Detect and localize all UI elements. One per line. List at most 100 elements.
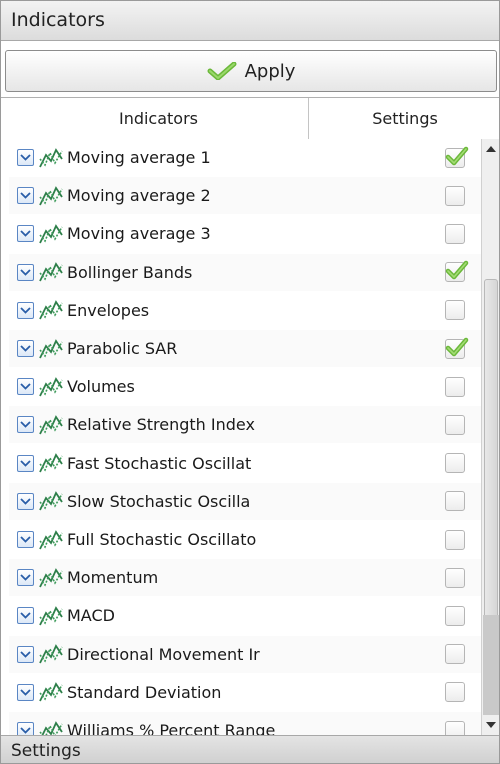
indicator-checkbox[interactable] <box>445 300 465 321</box>
expand-chevron-icon[interactable] <box>17 149 34 166</box>
indicator-line-icon <box>39 643 63 665</box>
indicator-label: Parabolic SAR <box>67 339 178 358</box>
expand-chevron-icon[interactable] <box>17 416 34 434</box>
indicator-line-icon <box>39 529 63 551</box>
indicator-checkbox[interactable] <box>445 567 465 588</box>
indicator-line-icon <box>39 338 63 360</box>
checkmark-icon <box>445 337 469 356</box>
indicator-row[interactable]: Fast Stochastic Oscillat <box>9 445 481 482</box>
indicator-row[interactable]: Moving average 2 <box>9 177 481 215</box>
indicator-checkbox[interactable] <box>445 337 469 359</box>
indicator-line-icon <box>39 414 63 436</box>
indicator-row[interactable]: Envelopes <box>9 292 481 329</box>
expand-chevron-icon[interactable] <box>17 263 34 281</box>
indicator-label: Williams % Percent Range <box>67 721 276 735</box>
apply-button[interactable]: Apply <box>5 50 497 92</box>
indicator-label: Full Stochastic Oscillato <box>67 530 257 549</box>
indicator-line-icon <box>39 185 63 207</box>
checkmark-icon <box>445 146 469 165</box>
indicator-label: Standard Deviation <box>67 682 222 702</box>
indicator-row[interactable]: Slow Stochastic Oscilla <box>9 482 481 520</box>
panel-title: Indicators <box>11 9 105 31</box>
indicator-row[interactable]: Williams % Percent Range <box>9 712 481 735</box>
scrollbar-thumb[interactable] <box>484 279 498 635</box>
indicator-checkbox[interactable] <box>445 185 465 206</box>
expand-chevron-icon[interactable] <box>17 187 34 205</box>
indicator-row[interactable]: Standard Deviation <box>9 674 481 711</box>
indicator-label: Fast Stochastic Oscillat <box>67 453 252 473</box>
indicator-line-icon <box>39 681 63 703</box>
indicator-label: Moving average 3 <box>67 224 211 244</box>
indicator-row[interactable]: Moving average 3 <box>9 215 481 252</box>
settings-section-header[interactable]: Settings <box>1 735 499 763</box>
expand-chevron-icon[interactable] <box>17 645 34 663</box>
checkmark-icon <box>207 62 237 80</box>
tab-indicators[interactable]: Indicators <box>9 98 309 139</box>
indicator-checkbox[interactable] <box>445 644 465 665</box>
indicator-label: MACD <box>67 606 115 626</box>
indicator-label: Directional Movement Ir <box>67 644 260 664</box>
indicator-line-icon <box>39 605 63 627</box>
indicator-label: Bollinger Bands <box>67 262 193 282</box>
indicator-checkbox[interactable] <box>445 605 465 626</box>
indicator-line-icon <box>39 452 63 474</box>
apply-label: Apply <box>244 60 296 82</box>
expand-chevron-icon[interactable] <box>17 722 34 735</box>
indicator-line-icon <box>39 720 63 735</box>
indicator-checkbox[interactable] <box>445 414 465 435</box>
expand-chevron-icon[interactable] <box>17 492 34 510</box>
indicator-checkbox[interactable] <box>445 720 465 735</box>
indicator-row[interactable]: Relative Strength Index <box>9 406 481 444</box>
indicator-checkbox[interactable] <box>445 453 465 474</box>
indicator-list: Moving average 1 Moving average 2 Moving a… <box>9 139 481 735</box>
indicator-line-icon <box>39 376 63 398</box>
expand-chevron-icon[interactable] <box>17 378 34 396</box>
indicator-line-icon <box>39 490 63 512</box>
indicator-row[interactable]: Momentum <box>9 559 481 597</box>
indicator-row[interactable]: Directional Movement Ir <box>9 635 481 673</box>
expand-chevron-icon[interactable] <box>17 531 34 548</box>
indicator-row[interactable]: Full Stochastic Oscillato <box>9 521 481 558</box>
indicator-checkbox[interactable] <box>445 223 465 244</box>
indicator-label: Envelopes <box>67 300 150 320</box>
indicator-label: Volumes <box>67 377 135 397</box>
panel-header: Indicators <box>1 1 499 41</box>
indicator-checkbox[interactable] <box>445 529 465 550</box>
expand-chevron-icon[interactable] <box>17 683 34 701</box>
indicator-label: Moving average 1 <box>67 148 211 167</box>
indicator-row[interactable]: Moving average 1 <box>9 139 481 176</box>
indicator-checkbox[interactable] <box>445 260 469 283</box>
expand-chevron-icon[interactable] <box>17 225 34 243</box>
settings-section-title: Settings <box>11 741 81 761</box>
expand-chevron-icon[interactable] <box>17 301 34 319</box>
scrollbar-track-lower[interactable] <box>483 615 499 715</box>
indicators-panel: Indicators Apply Indicators Settings Mov… <box>0 0 500 764</box>
indicator-checkbox[interactable] <box>445 491 465 512</box>
indicator-line-icon <box>39 223 63 245</box>
indicator-checkbox[interactable] <box>445 376 465 397</box>
expand-chevron-icon[interactable] <box>17 454 34 472</box>
expand-chevron-icon[interactable] <box>17 340 34 357</box>
indicator-line-icon <box>39 147 63 169</box>
indicator-row[interactable]: MACD <box>9 597 481 634</box>
vertical-scrollbar[interactable] <box>481 139 499 735</box>
expand-chevron-icon[interactable] <box>17 569 34 587</box>
scroll-down-arrow-icon[interactable] <box>483 717 499 733</box>
tab-settings[interactable]: Settings <box>309 98 499 139</box>
indicator-row[interactable]: Bollinger Bands <box>9 253 481 291</box>
expand-chevron-icon[interactable] <box>17 607 34 625</box>
indicator-line-icon <box>39 567 63 589</box>
indicator-row[interactable]: Volumes <box>9 368 481 405</box>
indicator-checkbox[interactable] <box>445 682 465 703</box>
indicator-line-icon <box>39 299 63 321</box>
indicator-label: Relative Strength Index <box>67 415 255 435</box>
toolbar: Apply <box>1 42 499 98</box>
indicator-label: Slow Stochastic Oscilla <box>67 491 251 511</box>
indicator-line-icon <box>39 261 63 283</box>
checkmark-icon <box>445 260 469 280</box>
indicator-checkbox[interactable] <box>445 146 469 168</box>
indicator-row[interactable]: Parabolic SAR <box>9 330 481 367</box>
tab-bar: Indicators Settings <box>9 98 499 139</box>
indicator-label: Moving average 2 <box>67 186 211 206</box>
scroll-up-arrow-icon[interactable] <box>483 141 499 157</box>
